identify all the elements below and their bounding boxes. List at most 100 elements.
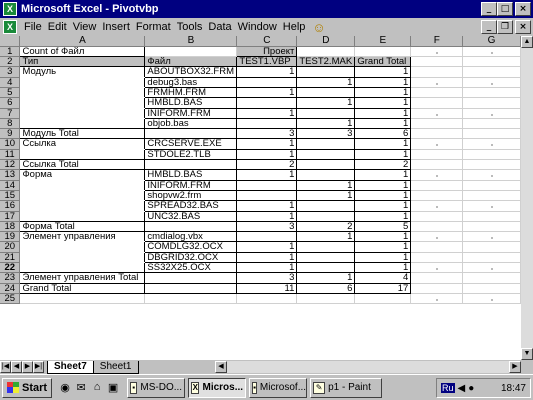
cell-f-21[interactable]: [410, 252, 464, 264]
cell-g-1[interactable]: [462, 46, 521, 58]
cell-d-12[interactable]: [296, 159, 356, 171]
row-header[interactable]: 25: [0, 293, 21, 305]
tab-last-icon[interactable]: ▶|: [33, 361, 44, 373]
column-header[interactable]: C: [236, 36, 298, 47]
cell-c-17[interactable]: 1: [236, 210, 298, 222]
cell-f-10[interactable]: [410, 138, 464, 150]
cell-c-25[interactable]: [236, 293, 298, 305]
cell-d-1[interactable]: [296, 46, 356, 58]
cell-d-20[interactable]: [296, 241, 356, 253]
cell-a-3[interactable]: Модуль: [19, 66, 146, 78]
cell-e-22[interactable]: 1: [354, 262, 412, 274]
cell-g-3[interactable]: [462, 66, 521, 78]
workbook-icon[interactable]: X: [3, 20, 17, 34]
cell-a-23[interactable]: Элемент управления Total: [19, 272, 146, 284]
close-button[interactable]: ×: [515, 2, 531, 16]
cell-g-6[interactable]: [462, 97, 521, 109]
cell-b-13[interactable]: HMBLD.BAS: [144, 169, 238, 181]
cell-e-19[interactable]: 1: [354, 231, 412, 243]
cell-g-10[interactable]: [462, 138, 521, 150]
cell-d-7[interactable]: [296, 107, 356, 119]
cell-g-17[interactable]: [462, 211, 521, 222]
cell-f-14[interactable]: [410, 180, 464, 191]
cell-d-14[interactable]: 1: [296, 179, 356, 191]
cell-d-22[interactable]: [296, 262, 356, 274]
cell-e-13[interactable]: 1: [354, 169, 412, 181]
cell-a-8[interactable]: [19, 117, 146, 130]
cell-f-23[interactable]: [410, 272, 464, 284]
cell-e-5[interactable]: 1: [354, 86, 412, 99]
menu-insert[interactable]: Insert: [99, 21, 133, 33]
menu-help[interactable]: Help: [280, 21, 309, 33]
row-header[interactable]: 19: [0, 231, 21, 243]
scroll-up-icon[interactable]: ▲: [521, 36, 533, 48]
cell-e-8[interactable]: 1: [354, 117, 412, 130]
cell-a-15[interactable]: [19, 189, 146, 202]
cell-f-12[interactable]: [410, 159, 464, 171]
cell-d-16[interactable]: [296, 200, 356, 212]
row-header[interactable]: 4: [0, 77, 21, 88]
speaker-icon[interactable]: ◀: [458, 383, 466, 394]
cell-d-18[interactable]: 2: [296, 220, 356, 233]
minimize-button[interactable]: _: [481, 2, 497, 16]
smiley-icon[interactable]: ☺: [312, 20, 325, 35]
cell-d-3[interactable]: [296, 66, 356, 78]
cell-b-23[interactable]: [144, 272, 238, 284]
row-header[interactable]: 9: [0, 128, 21, 140]
cell-e-24[interactable]: 17: [354, 282, 412, 294]
cell-g-5[interactable]: [462, 87, 521, 99]
cell-d-5[interactable]: [296, 86, 356, 99]
cell-b-22[interactable]: SS32X25.OCX: [144, 262, 238, 274]
cell-e-25[interactable]: [354, 293, 412, 305]
worksheet[interactable]: A B C D E F G 1 Count of Файл Проект 2 Тип Фа…: [0, 36, 521, 360]
cell-e-4[interactable]: 1: [354, 76, 412, 88]
cell-c-20[interactable]: 1: [236, 241, 298, 253]
cell-g-14[interactable]: [462, 180, 521, 191]
column-header[interactable]: D: [296, 36, 356, 47]
mail-icon[interactable]: ✉: [74, 381, 88, 394]
cell-d-13[interactable]: [296, 169, 356, 181]
cell-b-6[interactable]: HMBLD.BAS: [144, 97, 238, 109]
cell-d-2[interactable]: TEST2.MAK: [296, 56, 356, 68]
cell-g-4[interactable]: [462, 77, 521, 88]
menu-tools[interactable]: Tools: [174, 21, 206, 33]
cell-b-25[interactable]: [144, 293, 238, 305]
cell-a-17[interactable]: [19, 210, 146, 222]
cell-f-4[interactable]: [410, 77, 464, 88]
cell-c-7[interactable]: 1: [236, 107, 298, 119]
row-header[interactable]: 1: [0, 46, 21, 58]
cell-b-19[interactable]: cmdialog.vbx: [144, 231, 238, 243]
row-header[interactable]: 11: [0, 149, 21, 161]
cell-c-24[interactable]: 11: [236, 282, 298, 294]
taskbar-button-excel[interactable]: X Micros...: [188, 377, 247, 398]
cell-g-20[interactable]: [462, 241, 521, 253]
cell-f-2[interactable]: [410, 56, 464, 68]
cell-e-15[interactable]: 1: [354, 189, 412, 202]
taskbar-button-microsoft[interactable]: ▪ Microsof...: [249, 377, 308, 398]
clock[interactable]: 18:47: [501, 383, 526, 394]
cell-b-15[interactable]: shopvw2.frm: [144, 189, 238, 202]
cell-b-3[interactable]: ABOUTBOX32.FRM: [144, 66, 238, 78]
row-header[interactable]: 7: [0, 108, 21, 119]
row-header[interactable]: 10: [0, 138, 21, 150]
cell-f-19[interactable]: [410, 231, 464, 243]
tab-prev-icon[interactable]: ◀: [11, 361, 22, 373]
menu-view[interactable]: View: [70, 21, 100, 33]
tab-sheet7[interactable]: Sheet7: [47, 360, 94, 374]
column-header[interactable]: G: [462, 36, 521, 47]
cell-d-23[interactable]: 1: [296, 272, 356, 284]
menu-file[interactable]: File: [21, 21, 45, 33]
cell-g-12[interactable]: [462, 159, 521, 171]
cell-c-19[interactable]: [236, 231, 298, 243]
row-header[interactable]: 18: [0, 221, 21, 233]
channels-icon[interactable]: ▣: [106, 381, 120, 394]
cell-b-12[interactable]: [144, 159, 238, 171]
scroll-left-icon[interactable]: ◀: [215, 361, 227, 373]
start-button[interactable]: Start: [2, 377, 53, 398]
scroll-right-icon[interactable]: ▶: [509, 361, 521, 373]
tab-sheet1[interactable]: Sheet1: [92, 360, 139, 374]
cell-e-17[interactable]: 1: [354, 210, 412, 222]
tab-first-icon[interactable]: |◀: [0, 361, 11, 373]
cell-grid[interactable]: A B C D E F G 1 Count of Файл Проект 2 Тип Фа…: [0, 36, 521, 305]
cell-f-11[interactable]: [410, 149, 464, 161]
